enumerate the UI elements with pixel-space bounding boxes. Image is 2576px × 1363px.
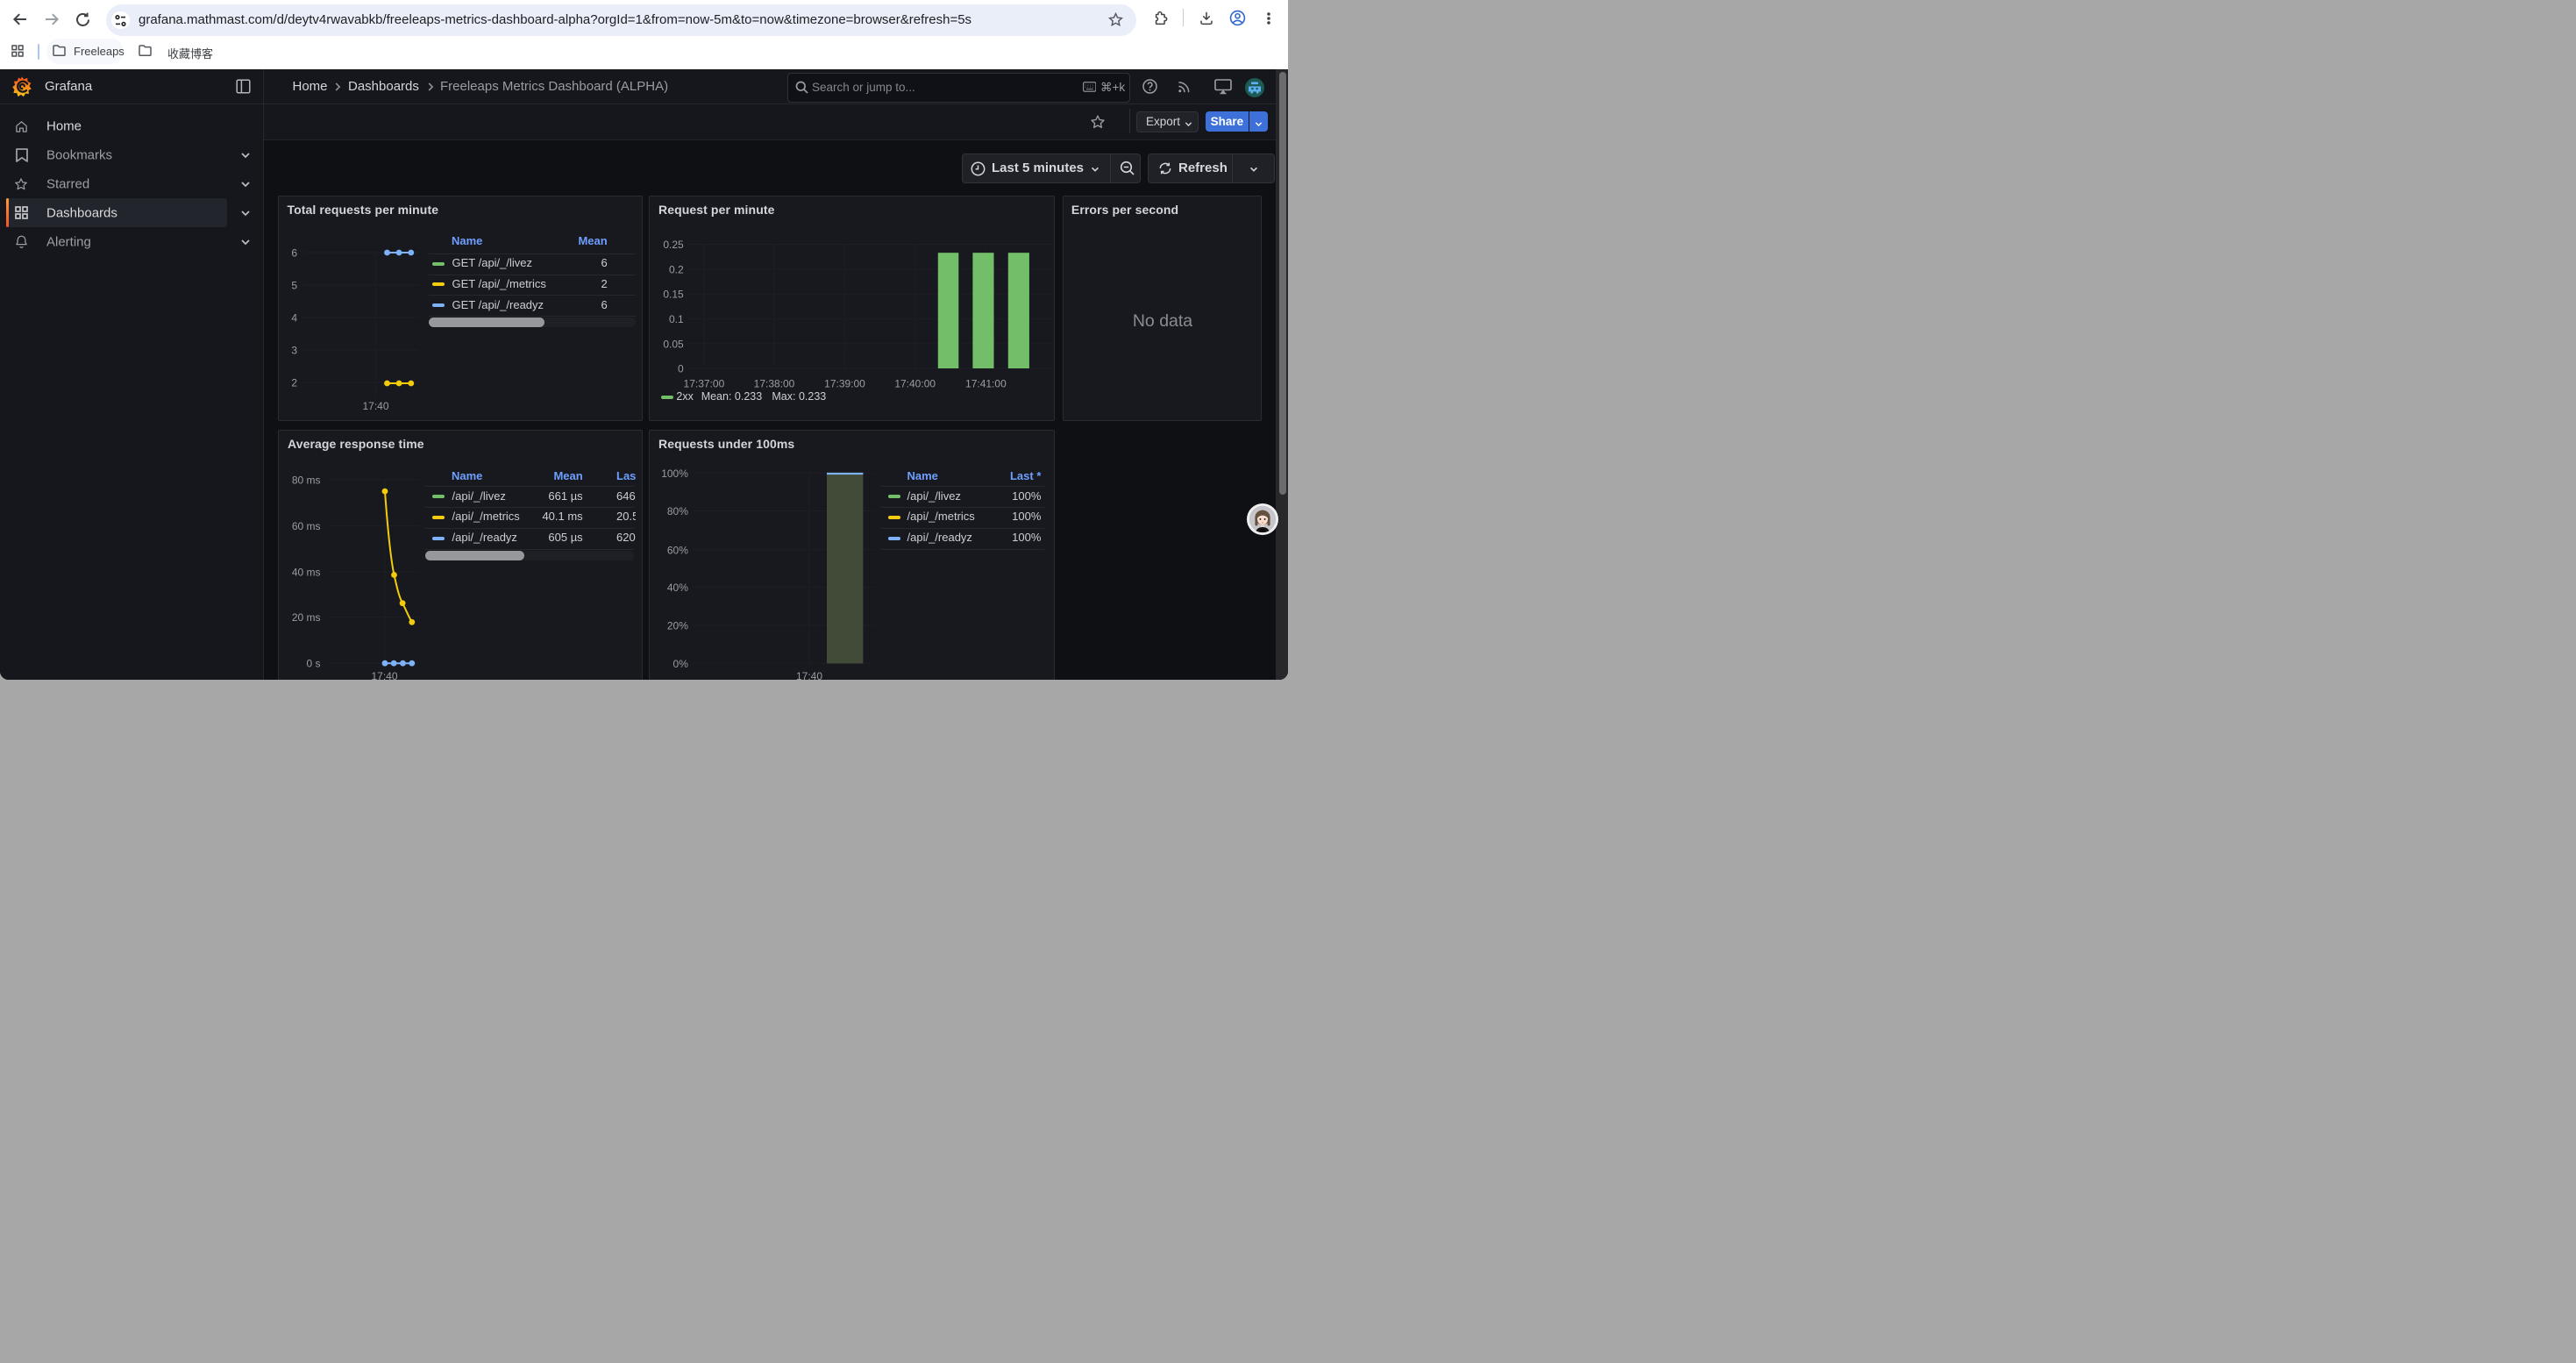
svg-text:0%: 0% <box>672 657 688 669</box>
svg-text:20%: 20% <box>666 619 687 632</box>
svg-text:20 ms: 20 ms <box>291 611 320 624</box>
svg-text:17:39:00: 17:39:00 <box>824 377 865 389</box>
svg-text:4: 4 <box>291 311 297 324</box>
svg-text:60%: 60% <box>666 544 687 556</box>
svg-text:0: 0 <box>678 362 684 375</box>
svg-text:17:40:00: 17:40:00 <box>894 377 936 389</box>
svg-text:6: 6 <box>291 246 297 259</box>
svg-text:5: 5 <box>291 279 297 291</box>
svg-text:17:41:00: 17:41:00 <box>965 377 1007 389</box>
svg-text:3: 3 <box>291 344 297 356</box>
svg-text:0.15: 0.15 <box>663 288 684 300</box>
svg-text:80%: 80% <box>666 505 687 517</box>
svg-text:60 ms: 60 ms <box>291 520 320 532</box>
svg-text:0.05: 0.05 <box>663 338 684 350</box>
svg-text:0.25: 0.25 <box>663 239 684 251</box>
svg-text:2: 2 <box>291 376 297 389</box>
svg-text:40 ms: 40 ms <box>291 566 320 578</box>
svg-text:0 s: 0 s <box>306 657 320 669</box>
svg-text:17:38:00: 17:38:00 <box>753 377 794 389</box>
svg-text:100%: 100% <box>661 467 688 479</box>
svg-text:17:40: 17:40 <box>371 670 397 680</box>
svg-text:40%: 40% <box>666 581 687 593</box>
svg-text:0.2: 0.2 <box>669 263 684 275</box>
svg-text:17:37:00: 17:37:00 <box>683 377 724 389</box>
svg-text:17:40: 17:40 <box>795 670 822 680</box>
svg-text:80 ms: 80 ms <box>291 474 320 486</box>
svg-text:0.1: 0.1 <box>669 313 684 325</box>
svg-text:17:40: 17:40 <box>362 400 388 412</box>
